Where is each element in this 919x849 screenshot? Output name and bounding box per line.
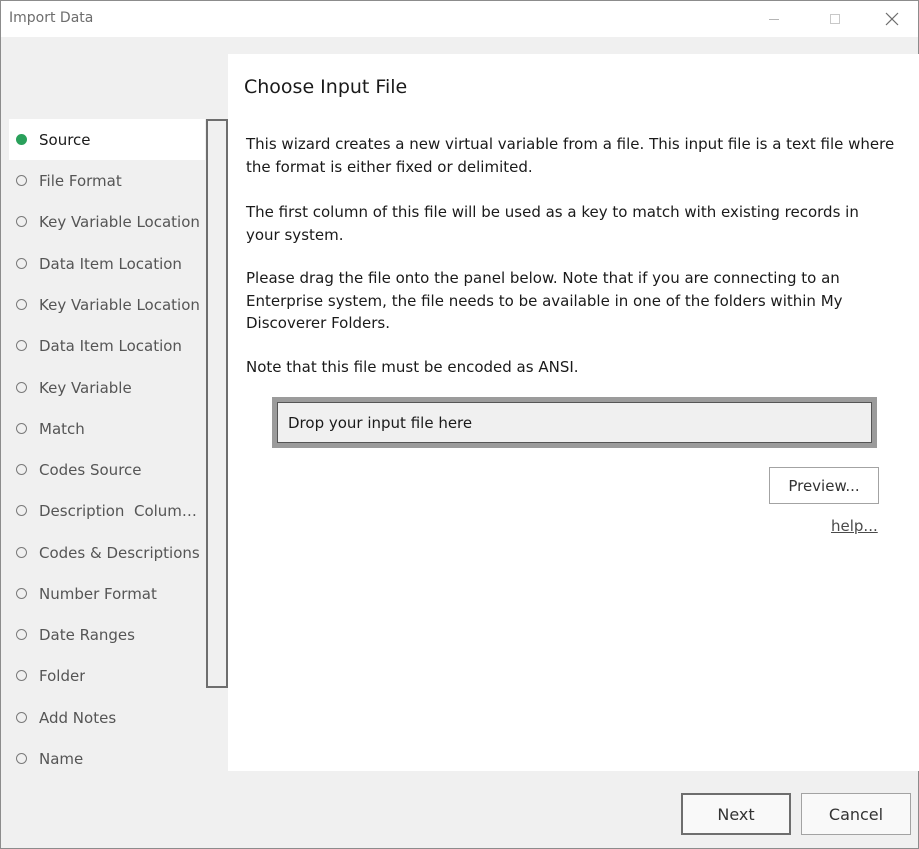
step-label: Number Format	[39, 584, 157, 603]
help-link[interactable]: help...	[831, 517, 878, 535]
drag-paragraph: Please drag the file onto the panel belo…	[246, 269, 843, 332]
step-circle-icon	[16, 175, 27, 186]
step-codes-descriptions[interactable]: Codes & Descriptions	[9, 532, 205, 573]
active-step-icon	[16, 134, 27, 145]
step-label: Folder	[39, 666, 86, 685]
step-label: Codes & Descriptions	[39, 543, 200, 562]
step-label: Key Variable Location	[39, 295, 200, 314]
step-circle-icon	[16, 382, 27, 393]
title-bar: Import Data	[1, 1, 918, 37]
encoding-paragraph: Note that this file must be encoded as A…	[246, 358, 579, 376]
step-source[interactable]: Source	[9, 119, 205, 160]
sidebar-scrollbar[interactable]	[206, 119, 228, 688]
step-label: Match	[39, 419, 85, 438]
step-label: File Format	[39, 171, 122, 190]
step-circle-icon	[16, 464, 27, 475]
step-circle-icon	[16, 423, 27, 434]
step-match[interactable]: Match	[9, 408, 205, 449]
close-icon[interactable]	[869, 1, 915, 37]
step-file-format[interactable]: File Format	[9, 160, 205, 201]
window-title: Import Data	[9, 10, 94, 26]
step-data-item-location[interactable]: Data Item Location	[9, 243, 205, 284]
minimize-icon[interactable]	[751, 1, 797, 37]
key-paragraph: The first column of this file will be us…	[246, 203, 859, 244]
step-circle-icon	[16, 588, 27, 599]
step-label: Source	[39, 130, 91, 149]
step-add-notes[interactable]: Add Notes	[9, 697, 205, 738]
step-label: Add Notes	[39, 708, 117, 727]
step-folder[interactable]: Folder	[9, 655, 205, 696]
maximize-icon[interactable]	[812, 1, 858, 37]
step-circle-icon	[16, 299, 27, 310]
step-date-ranges[interactable]: Date Ranges	[9, 614, 205, 655]
drop-zone-label: Drop your input file here	[277, 402, 872, 443]
step-label: Data Item Location	[39, 254, 182, 273]
step-circle-icon	[16, 629, 27, 640]
cancel-button[interactable]: Cancel	[801, 793, 911, 835]
step-label: Description Column...	[39, 501, 204, 520]
step-circle-icon	[16, 340, 27, 351]
step-circle-icon	[16, 505, 27, 516]
step-circle-icon	[16, 258, 27, 269]
intro-paragraph: This wizard creates a new virtual variab…	[246, 135, 895, 176]
step-label: Codes Source	[39, 460, 142, 479]
file-drop-zone[interactable]: Drop your input file here	[272, 397, 877, 448]
step-label: Name	[39, 749, 84, 768]
step-data-item-location-2[interactable]: Data Item Location	[9, 325, 205, 366]
next-button[interactable]: Next	[681, 793, 791, 835]
step-circle-icon	[16, 547, 27, 558]
content-panel: Choose Input File This wizard creates a …	[228, 54, 919, 771]
step-label: Data Item Location	[39, 336, 182, 355]
step-number-format[interactable]: Number Format	[9, 573, 205, 614]
page-title: Choose Input File	[244, 76, 408, 98]
step-key-variable-location-2[interactable]: Key Variable Location	[9, 284, 205, 325]
step-label: Date Ranges	[39, 625, 135, 644]
step-key-variable[interactable]: Key Variable	[9, 367, 205, 408]
import-data-window: Import Data Source File Format Key Varia…	[0, 0, 919, 849]
step-label: Key Variable Location	[39, 212, 200, 231]
step-circle-icon	[16, 712, 27, 723]
step-key-variable-location[interactable]: Key Variable Location	[9, 201, 205, 242]
preview-button[interactable]: Preview...	[769, 467, 879, 504]
step-label: Key Variable	[39, 378, 132, 397]
step-circle-icon	[16, 216, 27, 227]
step-name[interactable]: Name	[9, 738, 205, 779]
step-circle-icon	[16, 670, 27, 681]
step-codes-source[interactable]: Codes Source	[9, 449, 205, 490]
step-circle-icon	[16, 753, 27, 764]
step-description-column[interactable]: Description Column...	[9, 490, 205, 531]
